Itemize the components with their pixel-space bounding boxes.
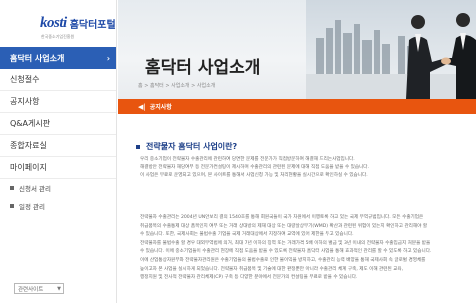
intro-line: 우리 중소기업이 전략물자 수출관리에 관련하여 당면한 문제를 전문가가 직접…	[140, 157, 355, 162]
main-content: 홈닥터 사업소개 홈 > 홈닥터 > 사업소개 > 사업소개 ◀| 공지사항 전…	[118, 0, 476, 303]
body-paragraph: 전략물자 수출관리는 2004년 UN안보리 결의 1540호를 통해 회원국들…	[140, 214, 460, 283]
intro-line: 이 사업은 무료로 운영되고 있으며, 본 사이트를 통해서 사업신청 가능 및…	[140, 173, 368, 178]
square-bullet-icon	[136, 144, 140, 149]
sidebar-subitem-application-manage[interactable]: 신청서 관리	[0, 179, 116, 197]
sidebar-item-qna[interactable]: Q&A게시판	[0, 113, 116, 135]
body-line: 전략물자 수출관리는 2004년 UN안보리 결의 1540호를 통해 회원국들…	[140, 215, 424, 220]
speaker-icon: ◀|	[138, 102, 146, 111]
notice-label: 공지사항	[149, 104, 172, 111]
square-bullet-icon	[10, 186, 14, 190]
breadcrumb: 홈 > 홈닥터 > 사업소개 > 사업소개	[138, 83, 216, 89]
sidebar-subitem-label: 일정 관리	[19, 203, 45, 211]
section-title-text: 전략물자 홈닥터 사업이란?	[146, 142, 238, 151]
sidebar-item-archive[interactable]: 종합자료실	[0, 135, 116, 157]
sidebar: kosti 홈닥터포털 한국중소기업진흥원 홈닥터 사업소개 › 신청절수 공지…	[0, 0, 117, 303]
city-handshake-illustration	[306, 0, 476, 99]
sidebar-item-mypage[interactable]: 마이페이지	[0, 157, 116, 179]
sidebar-item-label: 종합자료실	[10, 141, 47, 150]
intro-paragraph: 우리 중소기업이 전략물자 수출관리에 관련하여 당면한 문제를 전문가가 직접…	[140, 156, 460, 180]
body-line: 수 있습니다. 이에 중소기업들이 수출관리 현장에 직접 도움을 받을 수 있…	[140, 249, 432, 255]
sidebar-item-business-intro[interactable]: 홈닥터 사업소개 ›	[0, 47, 116, 69]
sidebar-item-label: Q&A게시판	[10, 119, 51, 128]
body-line: 전략물자를 불법수출 할 경우 대외무역법에 의거, 최대 7년 이하의 징역 …	[140, 240, 431, 246]
body-line: 취급품목의 수출통제 대상 품목인지 여부 또는 거래 상대방의 제재 대상 또…	[140, 223, 428, 229]
page-banner: 홈닥터 사업소개 홈 > 홈닥터 > 사업소개 > 사업소개	[118, 0, 476, 99]
related-sites-select[interactable]: 관련사이트 ▼	[14, 283, 64, 294]
logo-subtitle: 한국중소기업진흥원	[41, 34, 75, 39]
body-line: 이에 산업통상자원부와 전략물자관리원은 수출기업들의 불법수출로 인한 불이익…	[140, 257, 426, 263]
body-line: 행정지원 및 전사적 전략물자 관리체제(CP) 구축 등 다양한 분야에서 전…	[140, 275, 358, 281]
intro-line: 해결방안 전략물자 해당여부 등 전문가컨설팅이 제시하며 수출관리의 관련된 …	[140, 165, 369, 170]
notice-bar[interactable]: ◀| 공지사항	[118, 99, 476, 114]
chevron-right-icon: ›	[106, 53, 110, 63]
logo-brand: kosti	[40, 15, 67, 31]
body-line: 높이고자 본 사업을 실시하게 되었습니다. 전략물자 취급품목 및 기술에 대…	[140, 266, 404, 272]
section-title: 전략물자 홈닥터 사업이란?	[136, 141, 237, 152]
logo-name: 홈닥터포털	[69, 20, 116, 31]
chevron-down-icon: ▼	[57, 285, 61, 292]
sidebar-item-notice[interactable]: 공지사항	[0, 91, 116, 113]
sidebar-item-application[interactable]: 신청절수	[0, 69, 116, 91]
page-title: 홈닥터 사업소개	[145, 58, 261, 78]
sidebar-item-label: 공지사항	[10, 97, 40, 106]
sidebar-subitem-schedule-manage[interactable]: 일정 관리	[0, 197, 116, 215]
related-sites-value: 관련사이트	[18, 286, 44, 293]
sidebar-item-label: 신청절수	[10, 75, 40, 84]
body-line: 수 있습니다. 또한, 국제사회는 불법수출 기업을 국제 거래대상에서 지정하…	[140, 232, 354, 238]
sidebar-subitem-label: 신청서 관리	[19, 185, 51, 193]
sidebar-item-label: 마이페이지	[10, 163, 47, 172]
square-bullet-icon	[10, 204, 14, 208]
sidebar-item-label: 홈닥터 사업소개	[10, 53, 65, 63]
